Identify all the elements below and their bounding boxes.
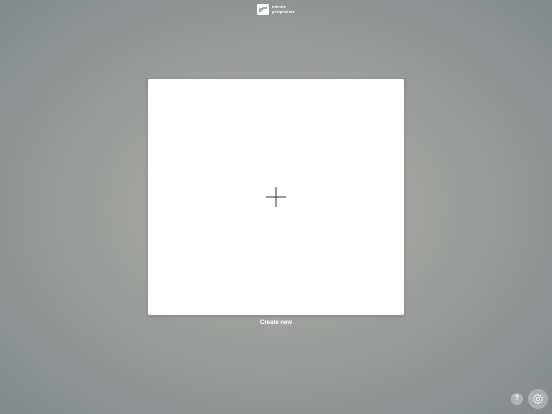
app-logo: infinite peripherals bbox=[257, 4, 295, 15]
infinite-peripherals-logo-icon bbox=[257, 4, 269, 15]
settings-button[interactable] bbox=[528, 389, 548, 409]
create-new-label[interactable]: Create new bbox=[0, 320, 552, 326]
question-icon: ? bbox=[514, 395, 520, 402]
plus-icon[interactable] bbox=[266, 187, 286, 207]
logo-line-2: peripherals bbox=[272, 8, 295, 14]
gear-icon bbox=[533, 393, 543, 405]
logo-text: infinite peripherals bbox=[272, 4, 295, 14]
help-button[interactable]: ? bbox=[511, 393, 523, 405]
